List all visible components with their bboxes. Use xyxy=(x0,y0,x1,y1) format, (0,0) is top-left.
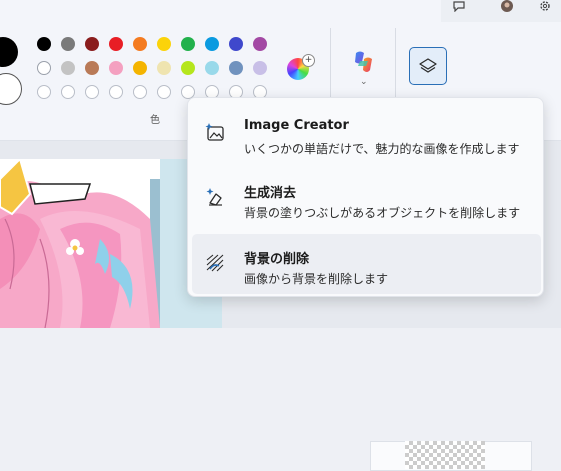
color-swatch[interactable] xyxy=(181,61,195,75)
add-color-icon[interactable]: + xyxy=(302,54,315,67)
color-swatch[interactable] xyxy=(133,37,147,51)
color-swatch[interactable] xyxy=(229,37,243,51)
menu-item-title: Image Creator xyxy=(244,118,349,133)
layers-icon xyxy=(419,58,437,73)
color-swatch[interactable] xyxy=(181,37,195,51)
avatar[interactable] xyxy=(497,0,517,14)
layers-button[interactable] xyxy=(409,47,447,85)
menu-item-description: 背景の塗りつぶしがあるオブジェクトを削除します xyxy=(244,206,521,220)
title-bar-actions xyxy=(441,0,561,22)
color-swatch[interactable] xyxy=(61,37,75,51)
primary-color-swatch[interactable] xyxy=(0,37,18,67)
menu-item-description: 画像から背景を削除します xyxy=(244,272,389,286)
color-swatch[interactable] xyxy=(157,37,171,51)
custom-color-slot[interactable] xyxy=(133,85,147,99)
chevron-down-icon: ⌄ xyxy=(360,77,368,87)
menu-item-title: 生成消去 xyxy=(244,186,297,201)
color-swatch[interactable] xyxy=(85,37,99,51)
custom-color-slot[interactable] xyxy=(109,85,123,99)
color-swatch[interactable] xyxy=(133,61,147,75)
remove-background-icon xyxy=(206,254,224,272)
custom-color-slot[interactable] xyxy=(37,85,51,99)
color-swatch[interactable] xyxy=(37,61,51,75)
color-swatch[interactable] xyxy=(85,61,99,75)
menu-item-image-creator[interactable]: Image Creator いくつかの単語だけで、魅力的な画像を作成します xyxy=(192,104,541,164)
color-swatch[interactable] xyxy=(109,37,123,51)
image-creator-icon xyxy=(205,123,224,141)
image-tools-menu: Image Creator いくつかの単語だけで、魅力的な画像を作成します 生成… xyxy=(187,97,544,297)
color-swatch[interactable] xyxy=(37,37,51,51)
color-swatch[interactable] xyxy=(253,37,267,51)
feedback-icon[interactable] xyxy=(449,0,469,14)
color-swatch[interactable] xyxy=(157,61,171,75)
generative-erase-icon xyxy=(206,188,222,206)
copilot-icon xyxy=(355,51,372,72)
menu-item-description: いくつかの単語だけで、魅力的な画像を作成します xyxy=(244,142,520,156)
color-swatch[interactable] xyxy=(205,61,219,75)
color-swatch[interactable] xyxy=(253,61,267,75)
custom-color-slot[interactable] xyxy=(157,85,171,99)
menu-item-remove-background[interactable]: 背景の削除 画像から背景を削除します xyxy=(192,234,541,294)
color-swatch[interactable] xyxy=(229,61,243,75)
color-swatch[interactable] xyxy=(61,61,75,75)
color-swatch[interactable] xyxy=(109,61,123,75)
menu-item-title: 背景の削除 xyxy=(244,252,310,267)
settings-gear-icon[interactable] xyxy=(535,0,555,14)
menu-item-generative-erase[interactable]: 生成消去 背景の塗りつぶしがあるオブジェクトを削除します xyxy=(192,168,541,228)
color-swatch[interactable] xyxy=(205,37,219,51)
secondary-color-swatch[interactable] xyxy=(0,73,22,105)
colors-group-label: 色 xyxy=(150,115,160,126)
copilot-button[interactable]: ⌄ xyxy=(350,50,378,90)
custom-color-slot[interactable] xyxy=(61,85,75,99)
custom-color-slot[interactable] xyxy=(85,85,99,99)
layer-thumbnail[interactable] xyxy=(405,441,485,469)
